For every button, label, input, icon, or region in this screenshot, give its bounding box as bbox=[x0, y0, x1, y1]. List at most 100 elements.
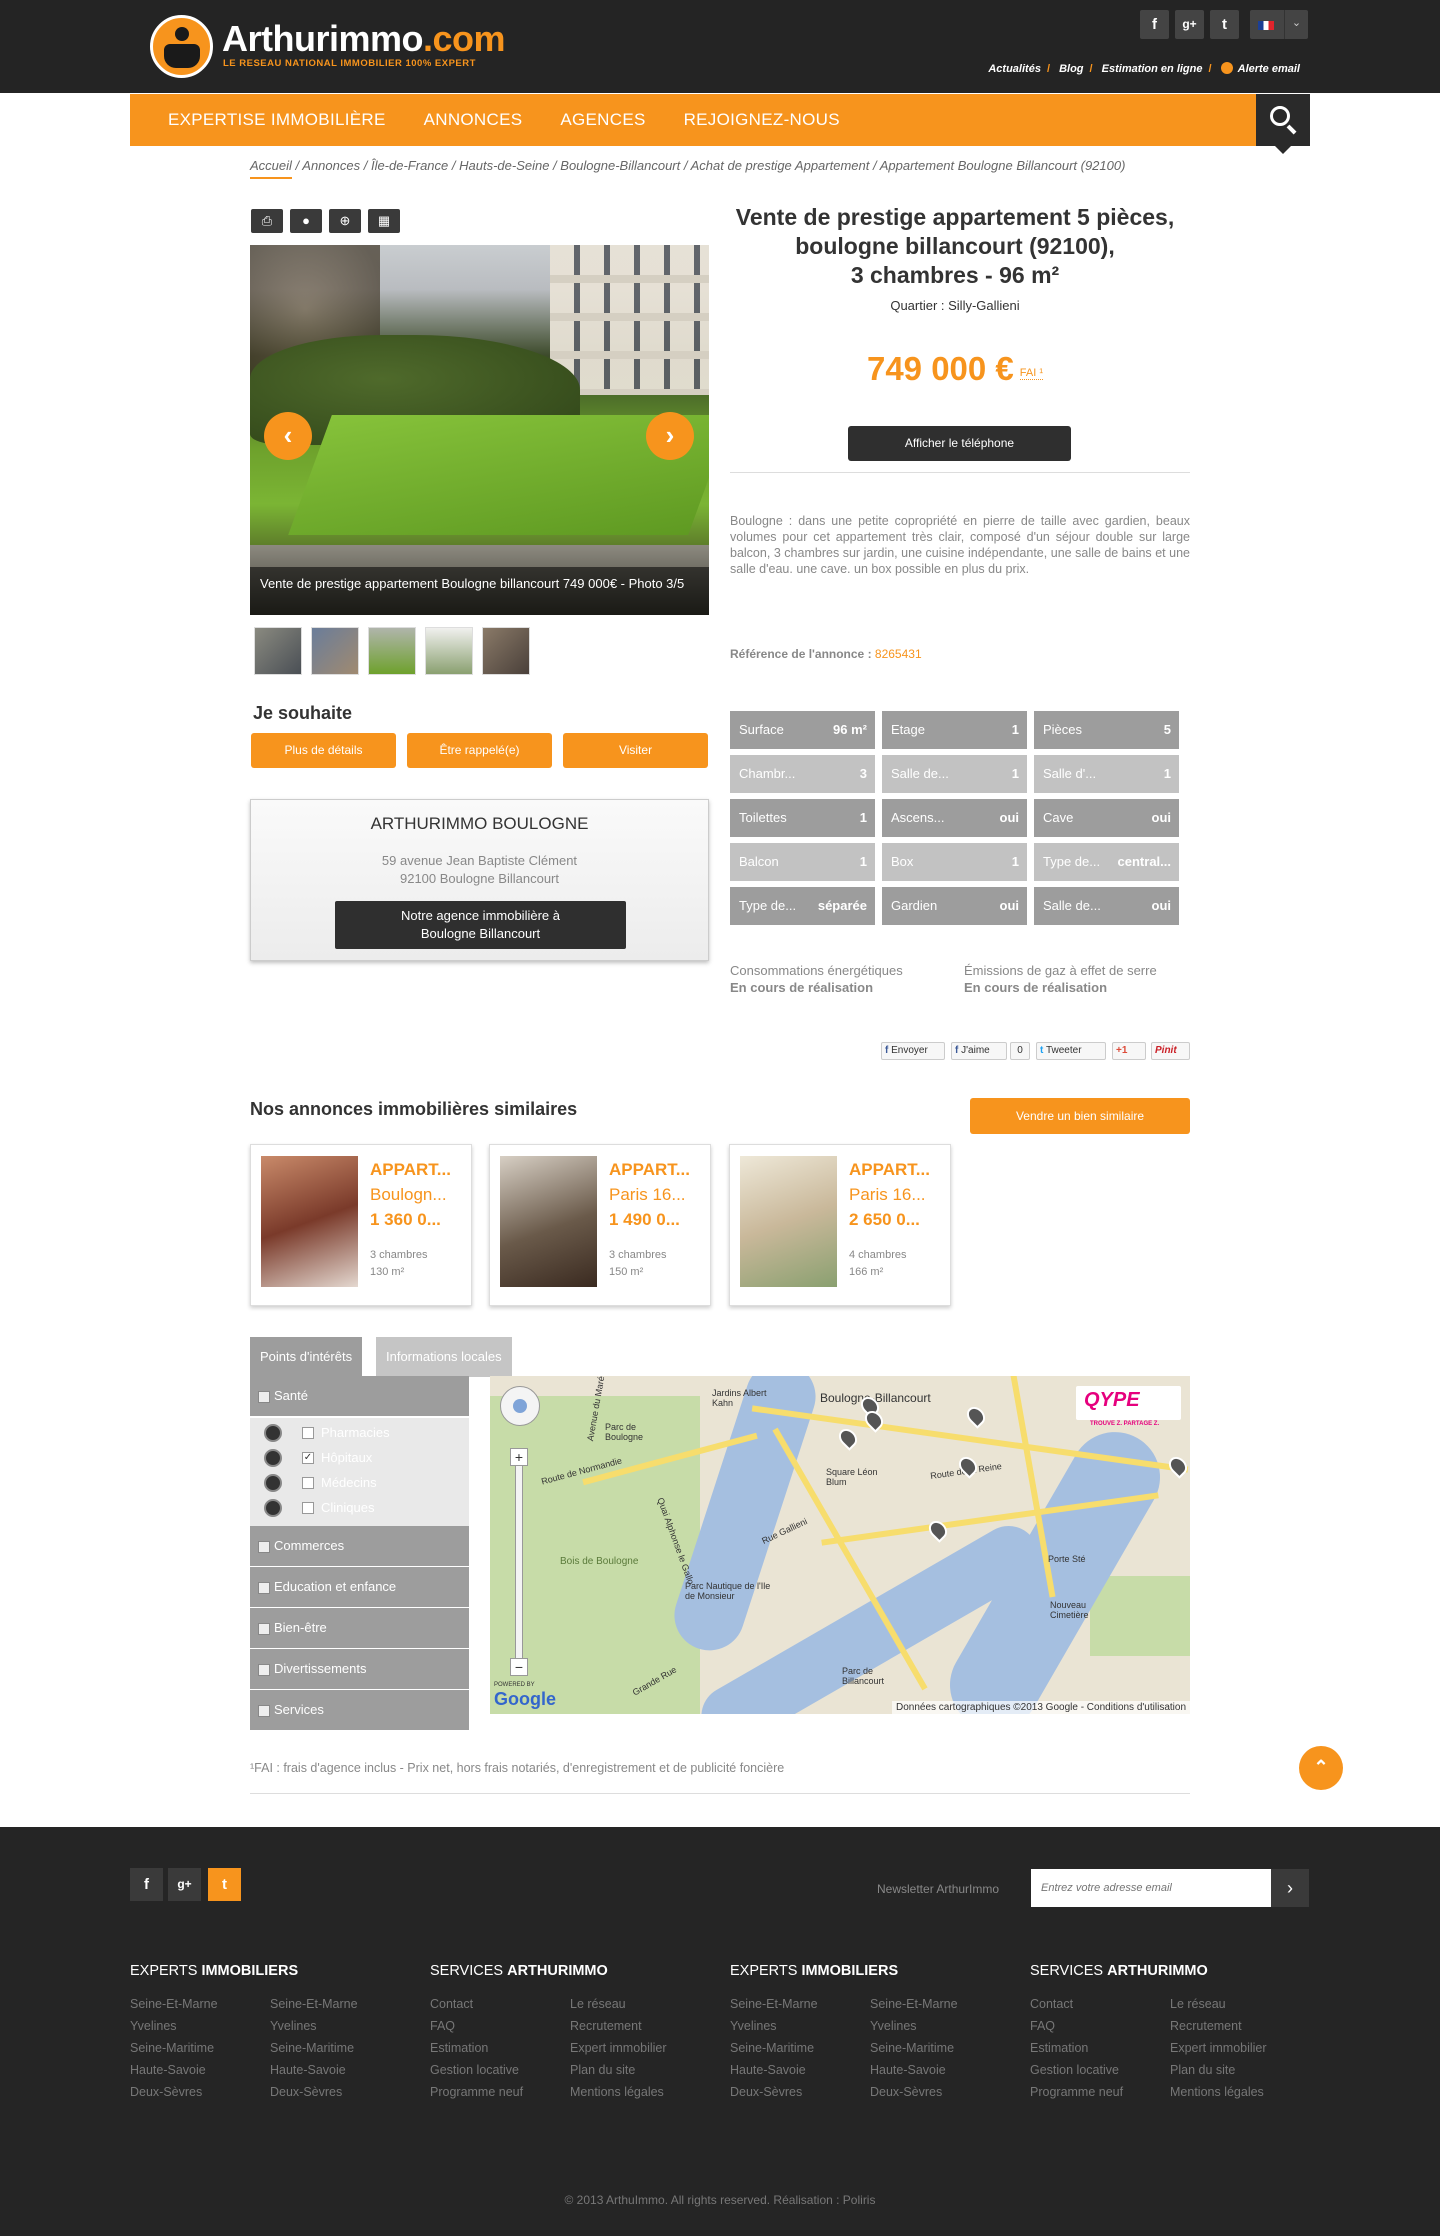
breadcrumb-region[interactable]: Île-de-France bbox=[371, 158, 448, 173]
footer-link[interactable]: Seine-Et-Marne bbox=[730, 1993, 818, 2015]
qype-logo[interactable]: QYPE TROUVE Z. PARTAGE Z. bbox=[1076, 1386, 1181, 1427]
footer-link[interactable]: Yvelines bbox=[130, 2015, 177, 2037]
footer-link[interactable]: Programme neuf bbox=[1030, 2081, 1123, 2103]
poi-category-education[interactable]: Education et enfance bbox=[250, 1567, 469, 1607]
footer-link[interactable]: Seine-Et-Marne bbox=[130, 1993, 218, 2015]
toplink-alerte-email[interactable]: Alerte email bbox=[1238, 63, 1300, 75]
footer-link[interactable]: Le réseau bbox=[570, 1993, 626, 2015]
google-logo[interactable]: Google bbox=[494, 1689, 556, 1710]
footer-link[interactable]: Mentions légales bbox=[1170, 2081, 1264, 2103]
next-arrow-icon[interactable]: › bbox=[646, 412, 694, 460]
map-marker[interactable] bbox=[1165, 1453, 1190, 1479]
calculator-icon[interactable]: ▦ bbox=[368, 209, 400, 233]
map-zoom-out-button[interactable]: − bbox=[510, 1658, 528, 1676]
breadcrumb-ville[interactable]: Boulogne-Billancourt bbox=[560, 158, 680, 173]
checkbox[interactable]: ✓ bbox=[302, 1452, 314, 1464]
footer-link[interactable]: Expert immobilier bbox=[570, 2037, 667, 2059]
back-to-top-button[interactable]: ⌃ bbox=[1299, 1746, 1343, 1790]
language-select[interactable]: ⌄ bbox=[1250, 10, 1308, 39]
like-button[interactable]: f J'aime bbox=[951, 1042, 1007, 1060]
toplink-blog[interactable]: Blog bbox=[1059, 63, 1083, 75]
logo-text[interactable]: Arthurimmo.com bbox=[222, 18, 506, 60]
search-button[interactable] bbox=[1256, 94, 1310, 154]
photo-thumbnail[interactable] bbox=[425, 627, 473, 675]
poi-category-bien-etre[interactable]: Bien-être bbox=[250, 1608, 469, 1648]
newsletter-email-input[interactable] bbox=[1031, 1869, 1271, 1907]
map-copyright[interactable]: Données cartographiques ©2013 Google - C… bbox=[891, 1701, 1190, 1714]
pinit-button[interactable]: Pinit bbox=[1151, 1042, 1190, 1060]
footer-link[interactable]: Yvelines bbox=[270, 2015, 317, 2037]
similar-card[interactable]: APPART... Paris 16... 2 650 0... 4 chambre… bbox=[729, 1144, 951, 1306]
sell-similar-button[interactable]: Vendre un bien similaire bbox=[970, 1098, 1190, 1134]
footer-link[interactable]: Mentions légales bbox=[570, 2081, 664, 2103]
poi-category-services[interactable]: Services bbox=[250, 1690, 469, 1730]
property-photo[interactable]: ‹ › Vente de prestige appartement Boulog… bbox=[250, 245, 709, 615]
footer-link[interactable]: Seine-Et-Marne bbox=[870, 1993, 958, 2015]
footer-link[interactable]: Estimation bbox=[430, 2037, 488, 2059]
more-details-button[interactable]: Plus de détails bbox=[251, 733, 396, 768]
nav-item-expertise[interactable]: EXPERTISE IMMOBILIÈRE bbox=[168, 94, 386, 146]
footer-link[interactable]: Yvelines bbox=[870, 2015, 917, 2037]
footer-link[interactable]: Haute-Savoie bbox=[730, 2059, 806, 2081]
prev-arrow-icon[interactable]: ‹ bbox=[264, 412, 312, 460]
breadcrumb-departement[interactable]: Hauts-de-Seine bbox=[459, 158, 549, 173]
footer-link[interactable]: Seine-Maritime bbox=[870, 2037, 954, 2059]
footer-link[interactable]: Haute-Savoie bbox=[130, 2059, 206, 2081]
callback-button[interactable]: Être rappelé(e) bbox=[407, 733, 552, 768]
photo-thumbnail[interactable] bbox=[254, 627, 302, 675]
footer-link[interactable]: Seine-Maritime bbox=[270, 2037, 354, 2059]
photo-thumbnail[interactable] bbox=[368, 627, 416, 675]
logo-icon[interactable] bbox=[150, 15, 213, 78]
footer-link[interactable]: Deux-Sèvres bbox=[130, 2081, 202, 2103]
map-zoom-in-button[interactable]: + bbox=[510, 1448, 528, 1466]
footer-facebook-icon[interactable]: f bbox=[130, 1868, 163, 1901]
footer-twitter-icon[interactable]: t bbox=[208, 1868, 241, 1901]
footer-link[interactable]: Deux-Sèvres bbox=[870, 2081, 942, 2103]
footer-link[interactable]: Seine-Et-Marne bbox=[270, 1993, 358, 2015]
user-icon[interactable]: ● bbox=[290, 209, 322, 233]
poi-category-divertissements[interactable]: Divertissements bbox=[250, 1649, 469, 1689]
show-phone-button[interactable]: Afficher le téléphone bbox=[848, 426, 1071, 461]
agency-page-button[interactable]: Notre agence immobilière à Boulogne Billa… bbox=[335, 901, 626, 949]
footer-link[interactable]: Seine-Maritime bbox=[130, 2037, 214, 2059]
google-plus-one-button[interactable]: +1 bbox=[1112, 1042, 1146, 1060]
footer-link[interactable]: Le réseau bbox=[1170, 1993, 1226, 2015]
breadcrumb-type[interactable]: Achat de prestige Appartement bbox=[691, 158, 870, 173]
footer-link[interactable]: Recrutement bbox=[1170, 2015, 1242, 2037]
print-icon[interactable]: ⎙ bbox=[251, 209, 283, 233]
footer-link[interactable]: Gestion locative bbox=[430, 2059, 519, 2081]
footer-link[interactable]: Recrutement bbox=[570, 2015, 642, 2037]
nav-item-annonces[interactable]: ANNONCES bbox=[424, 94, 523, 146]
checkbox[interactable] bbox=[302, 1427, 314, 1439]
photo-thumbnail[interactable] bbox=[482, 627, 530, 675]
newsletter-submit-button[interactable]: › bbox=[1271, 1869, 1309, 1907]
google-plus-icon[interactable]: g+ bbox=[1175, 10, 1204, 39]
visit-button[interactable]: Visiter bbox=[563, 733, 708, 768]
breadcrumb-annonces[interactable]: Annonces bbox=[302, 158, 360, 173]
breadcrumb-accueil[interactable]: Accueil bbox=[250, 158, 292, 179]
poi-category-commerces[interactable]: Commerces bbox=[250, 1526, 469, 1566]
footer-link[interactable]: Deux-Sèvres bbox=[730, 2081, 802, 2103]
footer-link[interactable]: Seine-Maritime bbox=[730, 2037, 814, 2059]
footer-link[interactable]: Plan du site bbox=[1170, 2059, 1235, 2081]
toplink-estimation[interactable]: Estimation en ligne bbox=[1102, 63, 1203, 75]
footer-google-plus-icon[interactable]: g+ bbox=[168, 1868, 201, 1901]
nav-item-agences[interactable]: AGENCES bbox=[560, 94, 645, 146]
footer-link[interactable]: Haute-Savoie bbox=[870, 2059, 946, 2081]
footer-link[interactable]: Plan du site bbox=[570, 2059, 635, 2081]
similar-card[interactable]: APPART... Paris 16... 1 490 0... 3 chambre… bbox=[489, 1144, 711, 1306]
facebook-icon[interactable]: f bbox=[1140, 10, 1169, 39]
footer-link[interactable]: Estimation bbox=[1030, 2037, 1088, 2059]
footer-link[interactable]: FAQ bbox=[1030, 2015, 1055, 2037]
nav-item-rejoignez[interactable]: REJOIGNEZ-NOUS bbox=[684, 94, 840, 146]
toplink-actualites[interactable]: Actualités bbox=[988, 63, 1041, 75]
map-marker[interactable] bbox=[963, 1403, 989, 1429]
checkbox[interactable] bbox=[302, 1477, 314, 1489]
tab-informations-locales[interactable]: Informations locales bbox=[376, 1337, 512, 1377]
map-zoom-slider[interactable] bbox=[515, 1456, 523, 1666]
similar-card[interactable]: APPART... Boulogn... 1 360 0... 3 chambres… bbox=[250, 1144, 472, 1306]
map[interactable]: Boulogne-Billancourt Jardins Albert Kahn… bbox=[490, 1376, 1190, 1714]
footer-link[interactable]: FAQ bbox=[430, 2015, 455, 2037]
footer-link[interactable]: Deux-Sèvres bbox=[270, 2081, 342, 2103]
footer-link[interactable]: Programme neuf bbox=[430, 2081, 523, 2103]
